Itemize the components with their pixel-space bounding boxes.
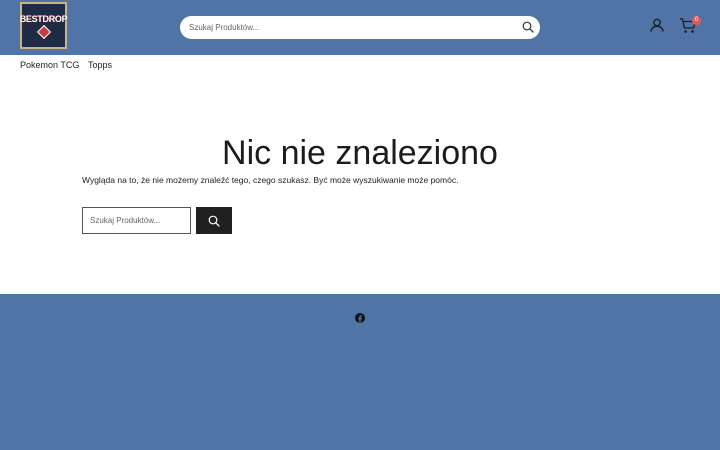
site-logo[interactable]: BESTDROP: [19, 2, 68, 49]
logo-emblem: [36, 24, 51, 39]
content-search-box: [82, 207, 191, 234]
nav-item-topps[interactable]: Topps: [88, 60, 112, 70]
facebook-icon[interactable]: [355, 313, 365, 323]
user-icon[interactable]: [650, 18, 664, 32]
nav-item-pokemon-tcg[interactable]: Pokemon TCG: [20, 60, 79, 70]
search-icon[interactable]: [522, 21, 534, 33]
logo-text: BESTDROP: [19, 13, 68, 24]
search-icon: [208, 215, 220, 227]
cart-count-badge: 0: [692, 16, 701, 25]
header-search-input[interactable]: [189, 16, 509, 39]
content-search-input[interactable]: [90, 208, 186, 233]
header-search-bar: [180, 16, 540, 39]
site-header: BESTDROP 0: [0, 0, 720, 55]
not-found-message: Wygląda na to, że nie możemy znaleźć teg…: [82, 175, 459, 185]
page-title: Nic nie znaleziono: [222, 134, 498, 172]
content-search-button[interactable]: [196, 207, 232, 234]
